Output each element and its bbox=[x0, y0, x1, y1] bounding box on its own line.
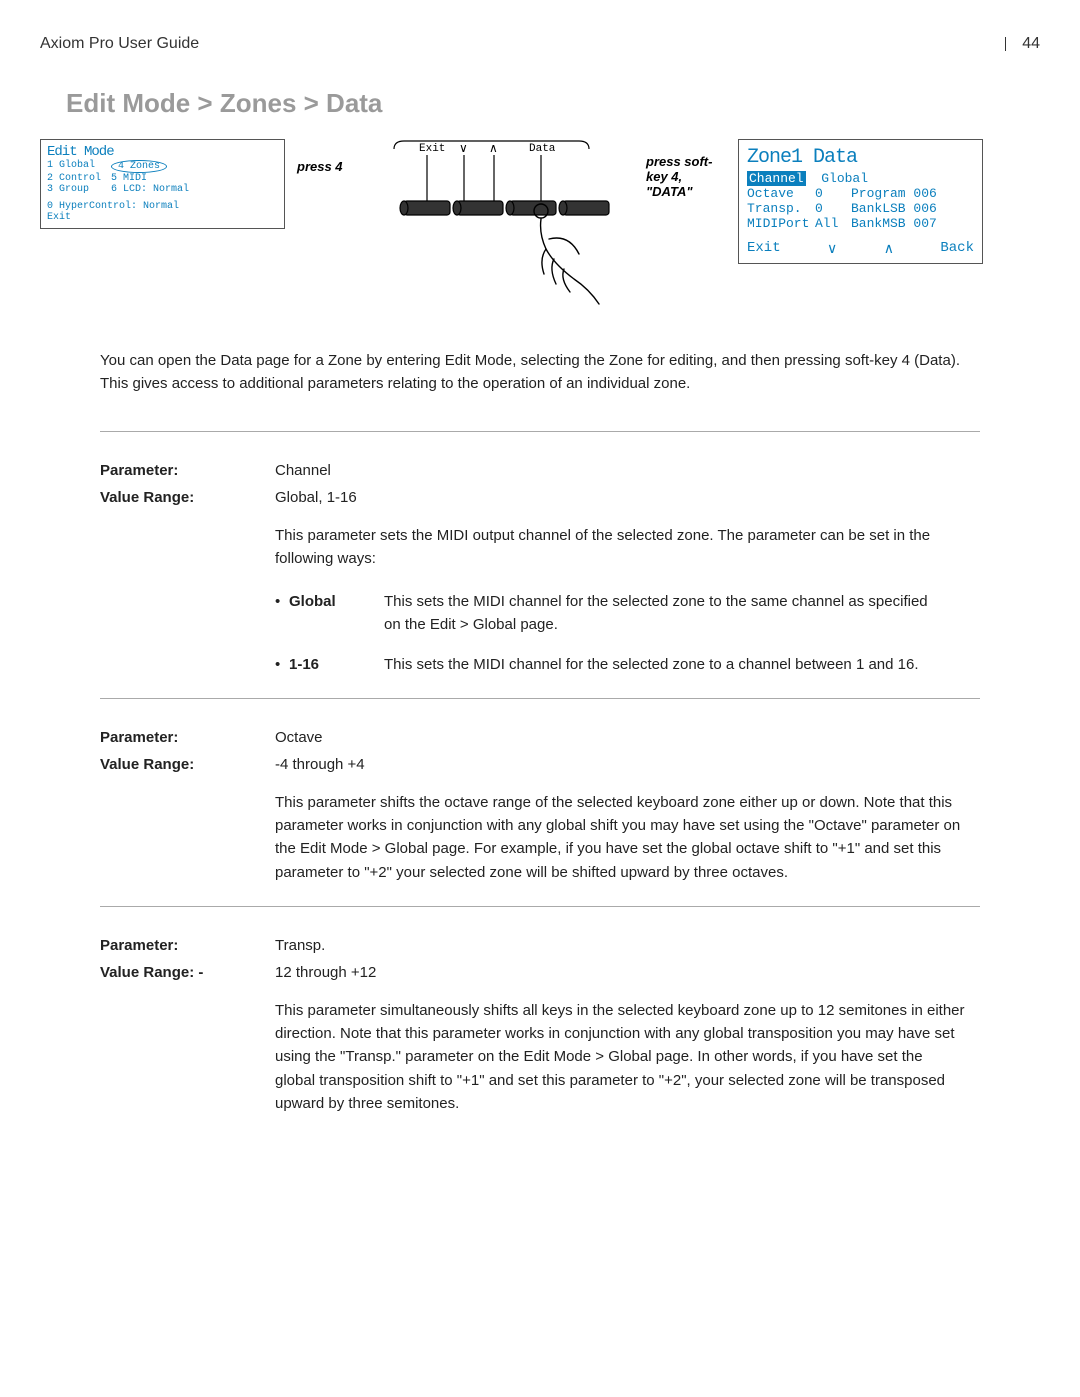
intro-paragraph: You can open the Data page for a Zone by… bbox=[100, 349, 970, 396]
param1-range: Global, 1-16 bbox=[275, 489, 357, 506]
bullet-icon: • bbox=[275, 590, 289, 637]
lcd3-title: Zone1 Data bbox=[747, 146, 974, 169]
lcd3-exit: Exit bbox=[747, 240, 781, 257]
doc-title: Axiom Pro User Guide bbox=[40, 35, 199, 53]
param1-sublist: • Global This sets the MIDI channel for … bbox=[275, 590, 980, 676]
page-header: Axiom Pro User Guide 44 bbox=[40, 35, 1040, 53]
param2-desc: This parameter shifts the octave range o… bbox=[275, 791, 965, 884]
param2-name: Octave bbox=[275, 729, 323, 746]
param1-sub1-text: This sets the MIDI channel for the selec… bbox=[384, 590, 944, 637]
lcd1-title: Edit Mode bbox=[47, 144, 278, 160]
label-parameter: Parameter: bbox=[100, 729, 275, 746]
param1-sub2-key: 1-16 bbox=[289, 653, 384, 676]
lcd3-transp-label: Transp. bbox=[747, 201, 815, 216]
lcd3-channel-value: Global bbox=[821, 171, 868, 186]
down-arrow-icon: ∨ bbox=[459, 141, 468, 155]
bullet-icon: • bbox=[275, 653, 289, 676]
param3-range: 12 through +12 bbox=[275, 964, 376, 981]
down-arrow-icon: ∨ bbox=[827, 240, 837, 257]
lcd3-bankmsb: BankMSB 007 bbox=[851, 216, 937, 231]
up-arrow-icon: ∧ bbox=[489, 141, 498, 155]
lcd-zone1-data: Zone1 Data Channel Global Octave 0 Progr… bbox=[738, 139, 983, 264]
param3-desc: This parameter simultaneously shifts all… bbox=[275, 999, 965, 1115]
lcd3-transp-value: 0 bbox=[815, 201, 851, 216]
lcd1-item-midi: 5 MIDI bbox=[111, 173, 147, 184]
lcd3-row-octave: Octave 0 Program 006 bbox=[747, 186, 974, 201]
lcd1-item-hyper: 0 HyperControl: Normal bbox=[47, 201, 179, 212]
lcd1-item-group: 3 Group bbox=[47, 184, 107, 195]
lcd3-channel-label: Channel bbox=[747, 171, 806, 186]
param1-sub2-text: This sets the MIDI channel for the selec… bbox=[384, 653, 944, 676]
figures-row: Edit Mode 1 Global 4 Zones 2 Control 5 M… bbox=[40, 139, 1040, 309]
label-value-range: Value Range: bbox=[100, 756, 275, 773]
lcd1-item-control: 2 Control bbox=[47, 173, 107, 184]
lcd-edit-mode: Edit Mode 1 Global 4 Zones 2 Control 5 M… bbox=[40, 139, 285, 229]
up-arrow-icon: ∧ bbox=[884, 240, 894, 257]
param1-sub1-key: Global bbox=[289, 590, 384, 637]
lcd3-row-transp: Transp. 0 BankLSB 006 bbox=[747, 201, 974, 216]
sk-label-data: Data bbox=[529, 143, 556, 155]
lcd3-row-midiport: MIDIPort All BankMSB 007 bbox=[747, 216, 974, 231]
lcd3-midiport-value: All bbox=[815, 216, 851, 231]
section-divider bbox=[100, 906, 980, 907]
label-value-range-neg: Value Range: - bbox=[100, 964, 275, 981]
param-octave: Parameter: Octave Value Range: -4 throug… bbox=[100, 729, 980, 884]
param1-sub-116: • 1-16 This sets the MIDI channel for th… bbox=[275, 653, 980, 676]
param-channel: Parameter: Channel Value Range: Global, … bbox=[100, 462, 980, 676]
softkeys-svg: Exit ∨ ∧ Data bbox=[374, 139, 634, 309]
param1-desc: This parameter sets the MIDI output chan… bbox=[275, 524, 965, 571]
param3-name: Transp. bbox=[275, 937, 325, 954]
lcd1-item-zones: 4 Zones bbox=[111, 160, 167, 173]
page-number: 44 bbox=[1022, 35, 1040, 52]
section-divider bbox=[100, 431, 980, 432]
hand-icon bbox=[534, 204, 599, 304]
param2-range: -4 through +4 bbox=[275, 756, 365, 773]
softkeys-figure: Exit ∨ ∧ Data bbox=[374, 139, 634, 309]
lcd3-octave-value: 0 bbox=[815, 186, 851, 201]
lcd3-back: Back bbox=[940, 240, 974, 257]
param-transp: Parameter: Transp. Value Range: - 12 thr… bbox=[100, 937, 980, 1115]
lcd3-banklsb: BankLSB 006 bbox=[851, 201, 937, 216]
press-softkey-label: press soft-key 4, "DATA" bbox=[646, 154, 726, 199]
label-value-range: Value Range: bbox=[100, 489, 275, 506]
lcd3-program: Program 006 bbox=[851, 186, 937, 201]
lcd3-bottom-row: Exit ∨ ∧ Back bbox=[747, 240, 974, 257]
lcd3-octave-label: Octave bbox=[747, 186, 815, 201]
label-parameter: Parameter: bbox=[100, 937, 275, 954]
press4-label: press 4 bbox=[297, 159, 362, 174]
lcd1-exit: Exit bbox=[47, 212, 71, 223]
lcd1-item-lcd: 6 LCD: Normal bbox=[111, 184, 189, 195]
param1-name: Channel bbox=[275, 462, 331, 479]
param1-sub-global: • Global This sets the MIDI channel for … bbox=[275, 590, 980, 637]
sk-label-exit: Exit bbox=[419, 143, 445, 155]
lcd1-item-global: 1 Global bbox=[47, 160, 107, 173]
header-divider bbox=[1005, 37, 1006, 51]
lcd3-row-channel: Channel Global bbox=[747, 171, 974, 186]
lcd3-midiport-label: MIDIPort bbox=[747, 216, 815, 231]
page-number-wrap: 44 bbox=[993, 35, 1040, 53]
page-title: Edit Mode > Zones > Data bbox=[66, 88, 1040, 119]
section-divider bbox=[100, 698, 980, 699]
label-parameter: Parameter: bbox=[100, 462, 275, 479]
